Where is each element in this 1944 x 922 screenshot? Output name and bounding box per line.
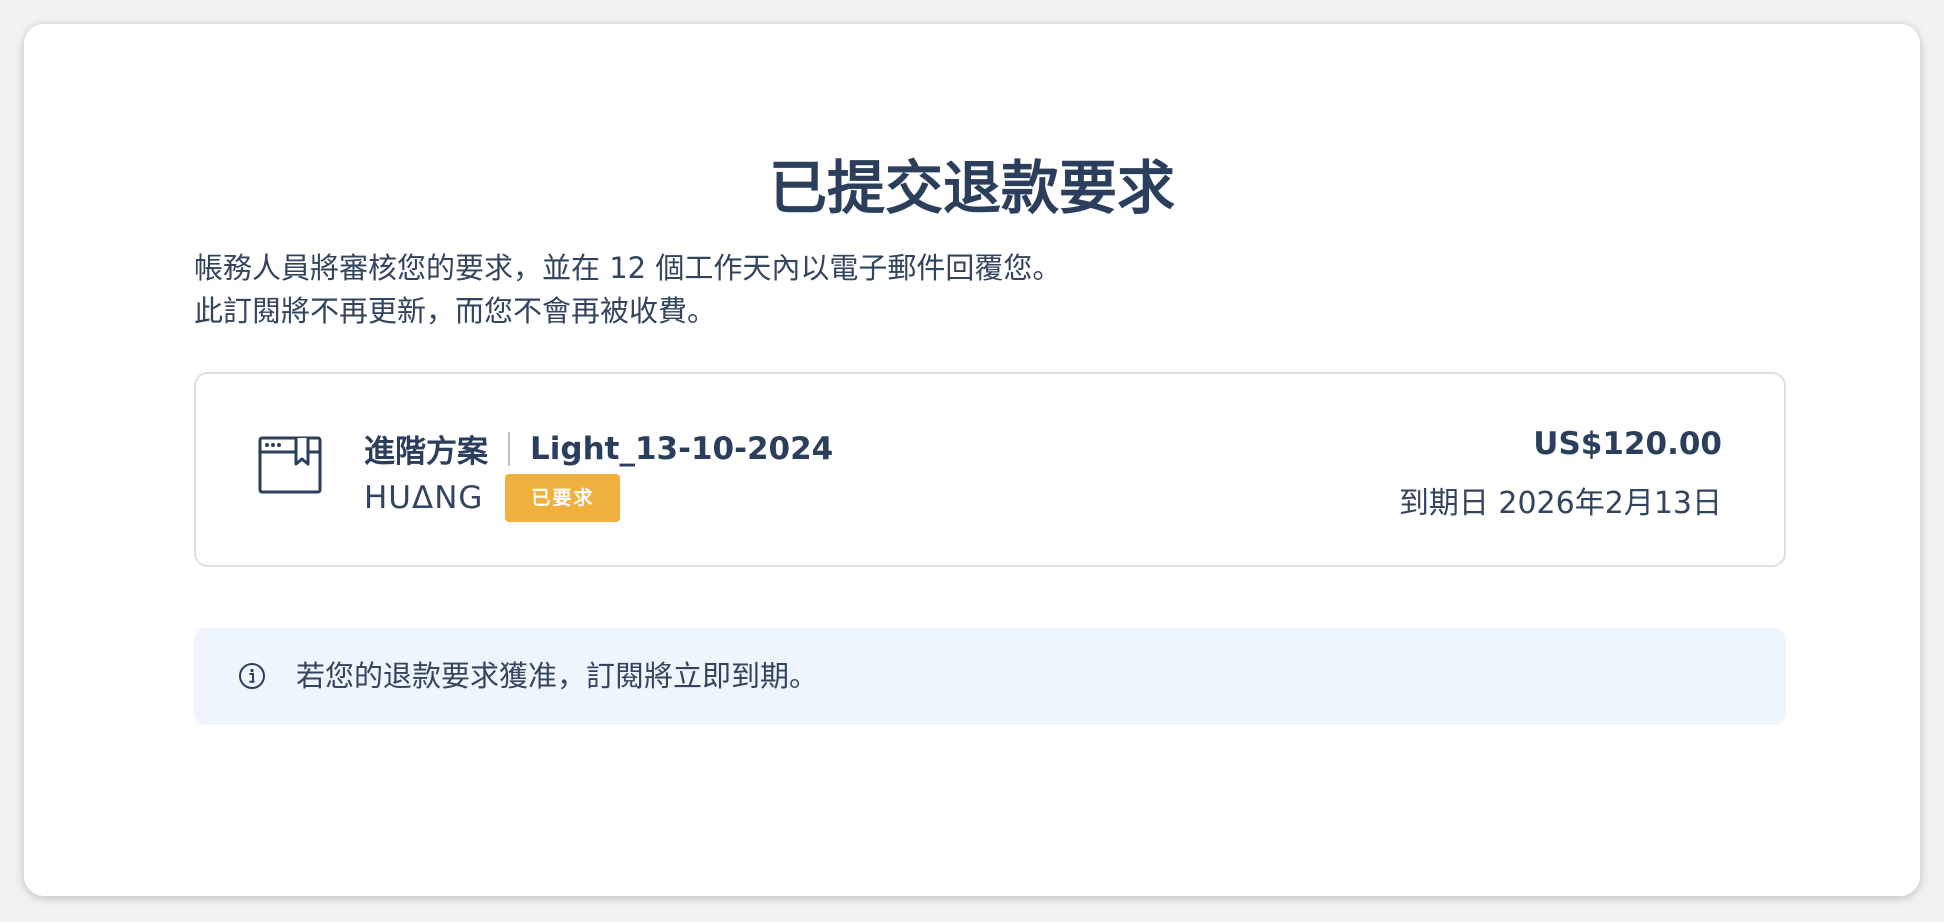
plan-name: 進階方案 xyxy=(364,434,488,470)
description: 帳務人員將審核您的要求，並在 12 個工作天內以電子郵件回覆您。 此訂閱將不再更… xyxy=(194,247,1061,333)
divider xyxy=(508,431,510,466)
info-notice: 若您的退款要求獲准，訂閱將立即到期。 xyxy=(194,628,1786,725)
page-title: 已提交退款要求 xyxy=(768,154,1175,222)
expiry-date: 到期日 2026年2月13日 xyxy=(1398,486,1722,521)
description-line-2: 此訂閱將不再更新，而您不會再被收費。 xyxy=(194,294,717,328)
info-icon xyxy=(239,663,265,689)
notice-text: 若您的退款要求獲准，訂閱將立即到期。 xyxy=(296,659,819,693)
owner-line: HUΔNG 已要求 xyxy=(364,474,621,522)
description-line-1: 帳務人員將審核您的要求，並在 12 個工作天內以電子郵件回覆您。 xyxy=(194,251,1062,285)
subscription-card: 進階方案 Light_13-10-2024 HUΔNG 已要求 US$120.0… xyxy=(194,372,1786,567)
plan-line: 進階方案 Light_13-10-2024 xyxy=(364,426,833,471)
browser-bookmark-icon xyxy=(258,436,322,494)
price: US$120.00 xyxy=(1533,426,1722,462)
status-badge: 已要求 xyxy=(505,474,621,522)
subscription-name: Light_13-10-2024 xyxy=(530,430,834,467)
owner-name: HUΔNG xyxy=(364,480,484,516)
